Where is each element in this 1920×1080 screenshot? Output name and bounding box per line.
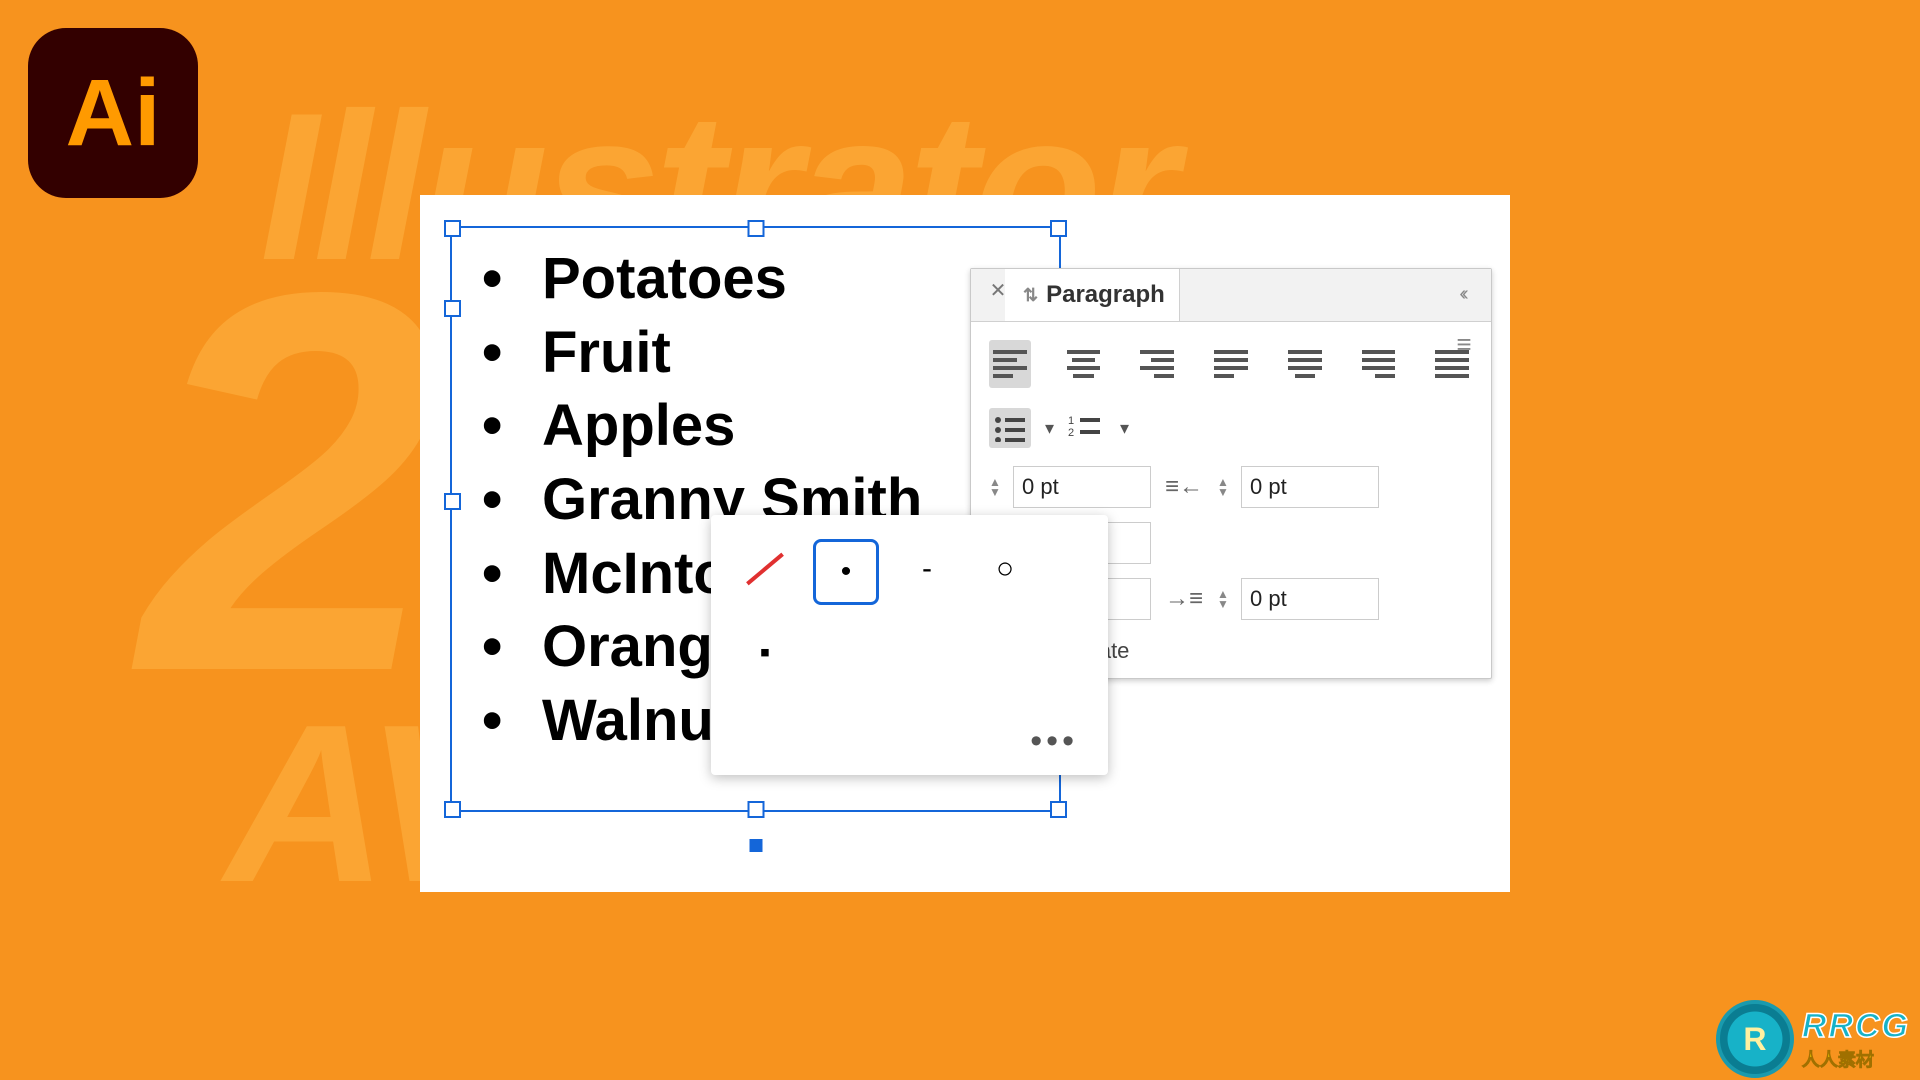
selection-handle[interactable] [747, 220, 764, 237]
tab-label: Paragraph [1046, 281, 1165, 309]
list-item: •Fruit [482, 316, 1047, 390]
justify-center-button[interactable] [1284, 340, 1326, 388]
chevron-down-icon[interactable]: ▾ [1120, 418, 1129, 439]
artboard: •Potatoes •Fruit •Apples •Granny Smith •… [420, 195, 1510, 892]
svg-text:1: 1 [1068, 415, 1074, 427]
bullet-icon: • [482, 684, 542, 758]
bullet-icon: • [482, 242, 542, 316]
left-indent-field[interactable]: ▲▼ 0 pt [989, 466, 1151, 508]
panel-menu-icon[interactable]: ≡ [1445, 325, 1483, 363]
bullet-icon: • [482, 316, 542, 390]
space-after-icon: →≡ [1169, 585, 1199, 613]
panel-tab-bar: ⇅ Paragraph [971, 269, 1491, 322]
tab-paragraph[interactable]: ⇅ Paragraph [1005, 269, 1180, 321]
bullet-option-none[interactable] [735, 539, 795, 599]
list-item: •Potatoes [482, 242, 1047, 316]
bullet-picker-popup[interactable]: • - ○ ▪ ••• [711, 515, 1108, 775]
watermark: R RRCG 人人素材 [1716, 1000, 1910, 1078]
watermark-line1: RRCG [1802, 1007, 1910, 1046]
right-indent-field[interactable]: ▲▼ 0 pt [1217, 466, 1379, 508]
svg-text:2: 2 [1068, 427, 1074, 439]
bullet-icon: • [482, 537, 542, 611]
bullet-icon: • [482, 463, 542, 537]
watermark-text: RRCG 人人素材 [1802, 1007, 1910, 1072]
list-item-text: Potatoes [542, 246, 787, 311]
alignment-row [989, 340, 1473, 388]
align-right-button[interactable] [1136, 340, 1178, 388]
illustrator-app-icon: Ai [28, 28, 198, 198]
watermark-badge-icon: R [1716, 1000, 1794, 1078]
space-after-field[interactable]: ▲▼ 0 pt [1217, 578, 1379, 620]
right-indent-icon: ≡← [1169, 473, 1199, 501]
selection-handle[interactable] [1050, 220, 1067, 237]
bullet-icon: • [482, 610, 542, 684]
stepper-icon[interactable]: ▲▼ [1217, 589, 1237, 609]
align-left-button[interactable] [989, 340, 1031, 388]
align-center-button[interactable] [1063, 340, 1105, 388]
illustrator-app-icon-label: Ai [66, 59, 161, 168]
watermark-line2: 人人素材 [1802, 1046, 1910, 1072]
stepper-icon[interactable]: ▲▼ [989, 477, 1009, 497]
left-indent-value[interactable]: 0 pt [1013, 466, 1151, 508]
bullet-option-dash[interactable]: - [897, 539, 957, 599]
bullet-option-square[interactable]: ▪ [735, 623, 795, 683]
bullet-option-circle[interactable]: ○ [975, 539, 1035, 599]
indent-row-1: ▲▼ 0 pt ≡← ▲▼ 0 pt [989, 466, 1473, 508]
chevron-updown-icon: ⇅ [1023, 285, 1038, 306]
chevron-down-icon[interactable]: ▾ [1045, 418, 1054, 439]
list-item-text: Fruit [542, 320, 671, 385]
list-type-row: ▾ 12 ▾ [989, 408, 1473, 448]
collapse-icon[interactable]: ‹‹ [1443, 275, 1481, 313]
selection-handle[interactable] [1050, 801, 1067, 818]
list-item: •Apples [482, 389, 1047, 463]
bullet-option-grid: • - ○ ▪ [735, 539, 1084, 683]
selection-handle[interactable] [747, 801, 764, 818]
selection-handle[interactable] [444, 801, 461, 818]
selection-handle[interactable] [444, 300, 461, 317]
justify-left-button[interactable] [1210, 340, 1252, 388]
stepper-icon[interactable]: ▲▼ [1217, 477, 1237, 497]
selection-anchor[interactable] [749, 839, 762, 852]
list-item-text: Apples [542, 393, 735, 458]
close-icon[interactable]: ✕ [983, 275, 1013, 305]
bullet-option-disc[interactable]: • [813, 539, 879, 605]
space-after-value[interactable]: 0 pt [1241, 578, 1379, 620]
bulleted-list-button[interactable] [989, 408, 1031, 448]
more-options-icon[interactable]: ••• [1030, 722, 1078, 761]
numbered-list-button[interactable]: 12 [1064, 408, 1106, 448]
selection-handle[interactable] [444, 220, 461, 237]
bullet-icon: • [482, 389, 542, 463]
selection-handle[interactable] [444, 493, 461, 510]
right-indent-value[interactable]: 0 pt [1241, 466, 1379, 508]
justify-right-button[interactable] [1358, 340, 1400, 388]
